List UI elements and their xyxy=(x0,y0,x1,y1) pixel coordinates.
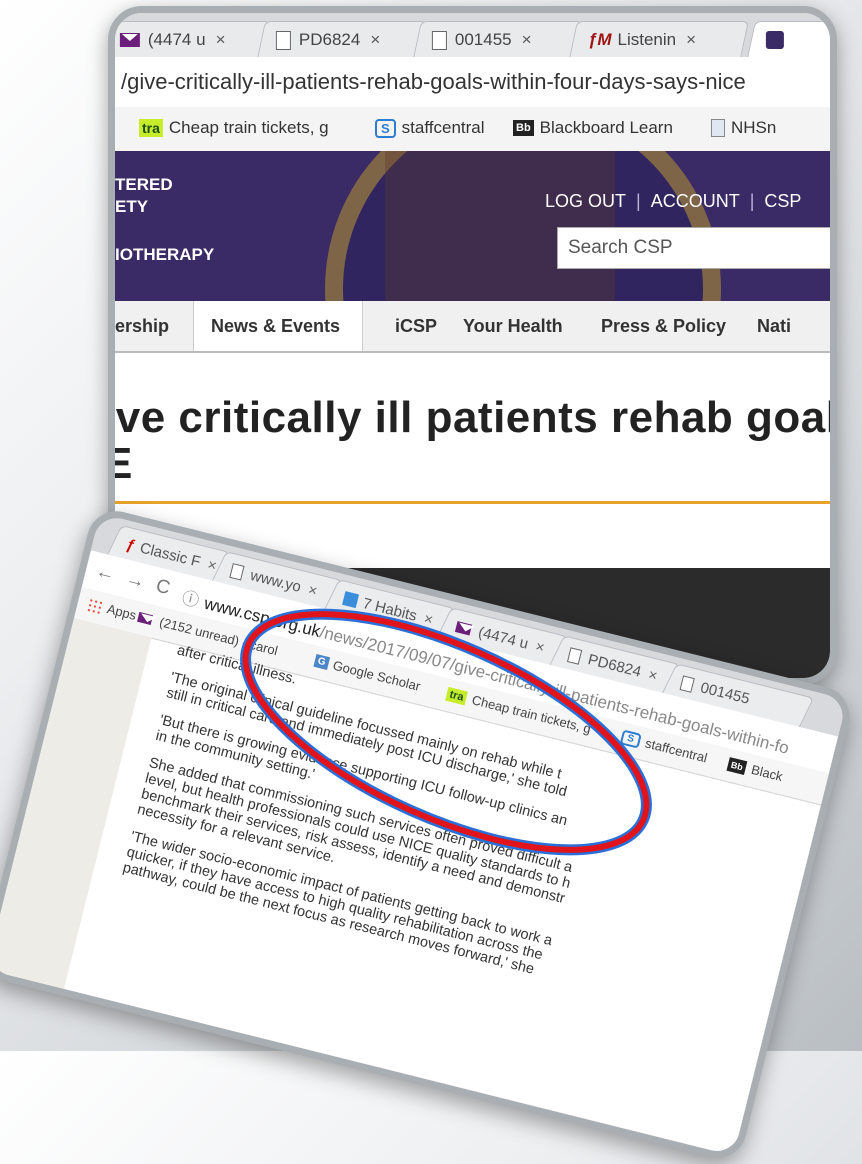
trainline-icon: tra xyxy=(139,119,163,137)
nav-item-your-health[interactable]: Your Health xyxy=(463,316,563,337)
tab-mail[interactable]: (4474 u × xyxy=(115,21,271,58)
document-icon xyxy=(567,646,583,665)
org-name-line3: IOTHERAPY xyxy=(115,245,215,264)
divider xyxy=(115,501,830,504)
info-icon: ⓘ xyxy=(179,588,202,611)
address-bar[interactable]: /give-critically-ill-patients-rehab-goal… xyxy=(115,57,830,108)
tab-listening[interactable]: ƒM Listenin × xyxy=(569,21,749,58)
close-icon[interactable]: × xyxy=(216,30,226,50)
account-link[interactable]: ACCOUNT xyxy=(651,191,740,211)
org-name-line1: TERED xyxy=(115,175,173,194)
nav-item-news-events[interactable]: News & Events xyxy=(211,316,340,337)
site-header: TERED ETY IOTHERAPY LOG OUT | ACCOUNT | CSP … xyxy=(115,151,830,301)
trainline-icon: tra xyxy=(445,686,469,705)
forward-icon[interactable]: → xyxy=(124,568,159,596)
bookmark-trainline[interactable]: tra Cheap train tickets, g xyxy=(139,118,329,138)
crest-shield xyxy=(385,151,615,301)
nav-item-membership[interactable]: ership xyxy=(115,316,169,337)
document-icon xyxy=(229,562,245,581)
page-sidebar xyxy=(0,618,152,989)
url-text[interactable]: /give-critically-ill-patients-rehab-goal… xyxy=(121,69,746,95)
staffcentral-icon: S xyxy=(619,729,642,749)
close-icon[interactable]: × xyxy=(686,30,696,50)
search-placeholder: Search CSP xyxy=(568,237,673,258)
search-input[interactable]: Search CSP xyxy=(557,227,830,269)
blackboard-icon: Bb xyxy=(513,120,534,136)
document-icon xyxy=(679,674,695,693)
tab-document[interactable]: 001455 × xyxy=(413,21,583,58)
scholar-icon: G xyxy=(313,654,330,670)
org-name-line2: ETY xyxy=(115,197,149,216)
mail-icon xyxy=(137,611,154,625)
bookmark-blackboard[interactable]: Bb Black xyxy=(726,756,784,784)
bookmark-nhs[interactable]: NHSn xyxy=(711,118,776,138)
nhs-icon xyxy=(711,119,725,137)
blackboard-icon: Bb xyxy=(726,756,748,775)
mail-icon xyxy=(455,620,473,635)
fm-icon: ƒM xyxy=(587,30,612,49)
bookmark-apps[interactable]: Apps xyxy=(86,596,138,623)
reload-icon[interactable]: C xyxy=(154,576,184,603)
close-icon[interactable]: × xyxy=(522,30,532,50)
staffcentral-icon: S xyxy=(375,118,396,138)
close-icon[interactable]: × xyxy=(307,581,320,600)
habits-icon xyxy=(342,591,360,609)
tab-document[interactable]: PD6824 × xyxy=(257,21,427,58)
close-icon[interactable]: × xyxy=(647,666,660,685)
article-title: ive critically ill patients rehab goals xyxy=(108,393,837,442)
document-icon xyxy=(275,30,291,50)
article-title-line2: E xyxy=(115,439,132,489)
main-nav: ership News & Events iCSP Your Health Pr… xyxy=(115,301,830,353)
close-icon[interactable]: × xyxy=(370,30,380,50)
mail-icon xyxy=(119,33,140,47)
bookmark-blackboard[interactable]: Bb Blackboard Learn xyxy=(513,118,673,138)
nav-item-nations[interactable]: Nati xyxy=(757,316,791,337)
fm-icon: ƒ xyxy=(124,535,137,555)
bookmark-staffcentral[interactable]: Sstaffcentral xyxy=(375,118,485,138)
document-icon xyxy=(431,30,447,50)
close-icon[interactable]: × xyxy=(534,638,547,657)
csp-link[interactable]: CSP xyxy=(764,191,801,211)
csp-icon xyxy=(765,31,784,49)
nav-item-icsp[interactable]: iCSP xyxy=(395,316,437,337)
bookmarks-bar: tra Cheap train tickets, g Sstaffcentral … xyxy=(115,107,830,152)
tab-strip: (4474 u × PD6824 × 001455 × ƒM Listenin × xyxy=(115,13,830,58)
apps-icon xyxy=(86,596,104,614)
header-links: LOG OUT | ACCOUNT | CSP xyxy=(545,191,802,211)
close-icon[interactable]: × xyxy=(422,610,435,629)
logout-link[interactable]: LOG OUT xyxy=(545,191,626,211)
tab-active[interactable] xyxy=(747,21,830,58)
nav-item-press-policy[interactable]: Press & Policy xyxy=(601,316,726,337)
